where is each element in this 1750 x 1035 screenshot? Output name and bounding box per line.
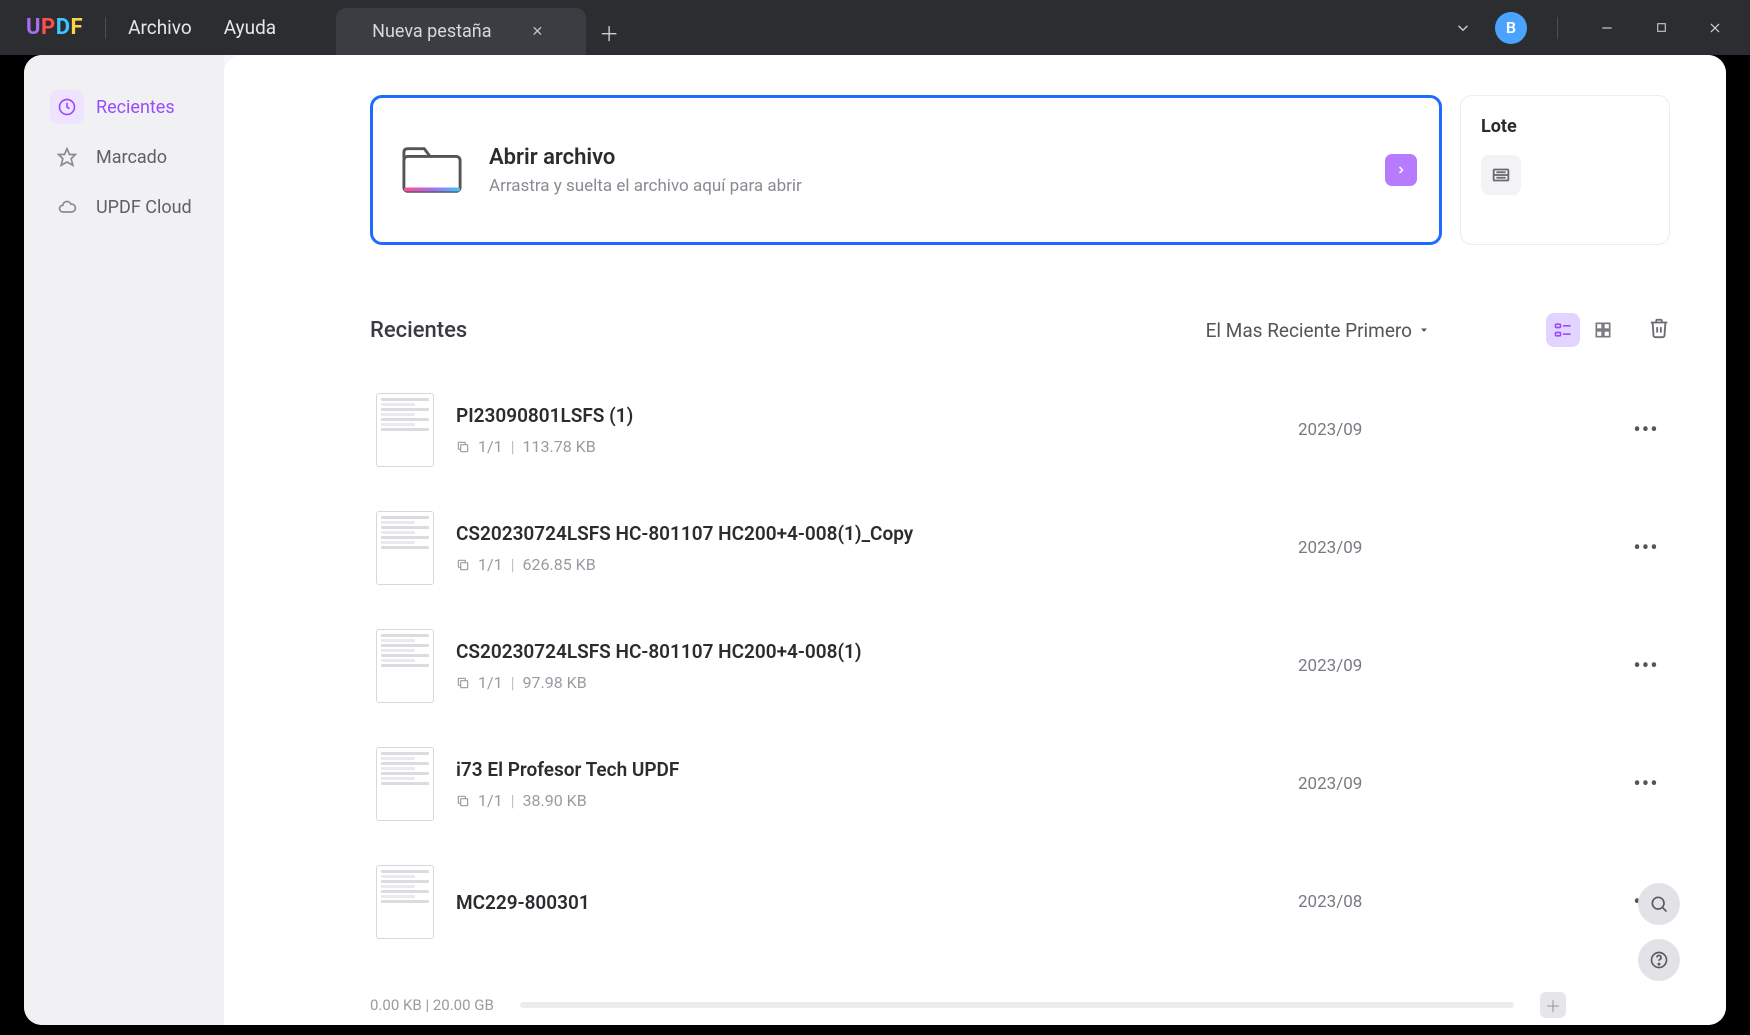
view-grid-button[interactable]: [1586, 313, 1620, 347]
storage-add-button[interactable]: ＋: [1540, 992, 1566, 1018]
star-icon: [50, 140, 84, 174]
trash-button[interactable]: [1648, 317, 1670, 343]
sort-dropdown[interactable]: El Mas Reciente Primero: [1206, 319, 1430, 342]
cloud-icon: [50, 190, 84, 224]
title-bar: UPDF Archivo Ayuda Nueva pestaña ✕ ＋ B: [0, 0, 1750, 55]
file-thumbnail: [376, 511, 434, 585]
view-list-button[interactable]: [1546, 313, 1580, 347]
file-row[interactable]: i73 El Profesor Tech UPDF 1/1|38.90 KB 2…: [370, 725, 1670, 843]
file-row[interactable]: MC229-800301 2023/08 •••: [370, 843, 1670, 961]
file-date: 2023/09: [1298, 420, 1628, 440]
file-date: 2023/08: [1298, 892, 1628, 912]
app-body: Recientes Marcado UPDF Cloud: [24, 55, 1726, 1025]
file-thumbnail: [376, 629, 434, 703]
file-meta: 1/1|626.85 KB: [456, 555, 1298, 574]
fab-search-button[interactable]: [1638, 883, 1680, 925]
batch-title: Lote: [1481, 116, 1649, 137]
folder-icon: [401, 144, 463, 196]
window-close-button[interactable]: [1688, 10, 1742, 46]
window-maximize-button[interactable]: [1634, 10, 1688, 46]
sidebar-item-label: UPDF Cloud: [96, 197, 192, 218]
storage-progress: [520, 1002, 1514, 1008]
file-date: 2023/09: [1298, 656, 1628, 676]
recents-list: PI23090801LSFS (1) 1/1|113.78 KB 2023/09…: [370, 371, 1670, 961]
tab-strip: Nueva pestaña ✕ ＋: [336, 0, 632, 55]
file-more-button[interactable]: •••: [1628, 772, 1664, 797]
file-row[interactable]: CS20230724LSFS HC-801107 HC200+4-008(1)_…: [370, 489, 1670, 607]
title-right: B: [1445, 10, 1750, 46]
fab-help-button[interactable]: [1638, 939, 1680, 981]
storage-label: 0.00 KB | 20.00 GB: [370, 996, 494, 1014]
sort-label: El Mas Reciente Primero: [1206, 319, 1412, 342]
sidebar-item-marked[interactable]: Marcado: [36, 135, 212, 179]
file-name: PI23090801LSFS (1): [456, 404, 1298, 427]
menu-file[interactable]: Archivo: [128, 16, 192, 39]
recents-header: Recientes El Mas Reciente Primero: [370, 313, 1670, 347]
file-date: 2023/09: [1298, 774, 1628, 794]
close-icon[interactable]: ✕: [532, 24, 544, 40]
file-thumbnail: [376, 747, 434, 821]
separator: [105, 17, 106, 39]
tab-new[interactable]: Nueva pestaña ✕: [336, 8, 586, 55]
file-thumbnail: [376, 393, 434, 467]
recents-title: Recientes: [370, 318, 467, 343]
open-file-dropzone[interactable]: Abrir archivo Arrastra y suelta el archi…: [370, 95, 1442, 245]
menu-help[interactable]: Ayuda: [224, 16, 276, 39]
storage-bar: 0.00 KB | 20.00 GB ＋: [224, 985, 1726, 1025]
open-file-title: Abrir archivo: [489, 145, 802, 170]
chevron-down-icon[interactable]: [1445, 10, 1481, 46]
file-name: i73 El Profesor Tech UPDF: [456, 758, 1298, 781]
file-row[interactable]: PI23090801LSFS (1) 1/1|113.78 KB 2023/09…: [370, 371, 1670, 489]
file-name: CS20230724LSFS HC-801107 HC200+4-008(1): [456, 640, 1298, 663]
file-meta: 1/1|97.98 KB: [456, 673, 1298, 692]
file-row[interactable]: CS20230724LSFS HC-801107 HC200+4-008(1) …: [370, 607, 1670, 725]
file-more-button[interactable]: •••: [1628, 536, 1664, 561]
clock-icon: [50, 90, 84, 124]
file-date: 2023/09: [1298, 538, 1628, 558]
file-name: CS20230724LSFS HC-801107 HC200+4-008(1)_…: [456, 522, 1298, 545]
main-panel: Abrir archivo Arrastra y suelta el archi…: [224, 55, 1726, 985]
recents-panel: Recientes El Mas Reciente Primero: [370, 313, 1670, 961]
file-more-button[interactable]: •••: [1628, 418, 1664, 443]
sidebar-item-recents[interactable]: Recientes: [36, 85, 212, 129]
file-meta: 1/1|38.90 KB: [456, 791, 1298, 810]
file-more-button[interactable]: •••: [1628, 654, 1664, 679]
batch-scanner-button[interactable]: [1481, 155, 1521, 195]
file-meta: 1/1|113.78 KB: [456, 437, 1298, 456]
batch-panel: Lote: [1460, 95, 1670, 245]
app-logo: UPDF: [26, 15, 83, 40]
sidebar-item-label: Recientes: [96, 97, 175, 118]
file-name: MC229-800301: [456, 891, 1298, 914]
sidebar-item-label: Marcado: [96, 147, 167, 168]
file-thumbnail: [376, 865, 434, 939]
open-file-arrow-button[interactable]: [1385, 154, 1417, 186]
open-file-subtitle: Arrastra y suelta el archivo aquí para a…: [489, 176, 802, 196]
separator: [1557, 17, 1558, 39]
avatar[interactable]: B: [1495, 12, 1527, 44]
sidebar-item-cloud[interactable]: UPDF Cloud: [36, 185, 212, 229]
window-minimize-button[interactable]: [1580, 10, 1634, 46]
tab-label: Nueva pestaña: [372, 21, 491, 42]
sidebar: Recientes Marcado UPDF Cloud: [24, 55, 224, 1025]
new-tab-button[interactable]: ＋: [586, 9, 632, 55]
